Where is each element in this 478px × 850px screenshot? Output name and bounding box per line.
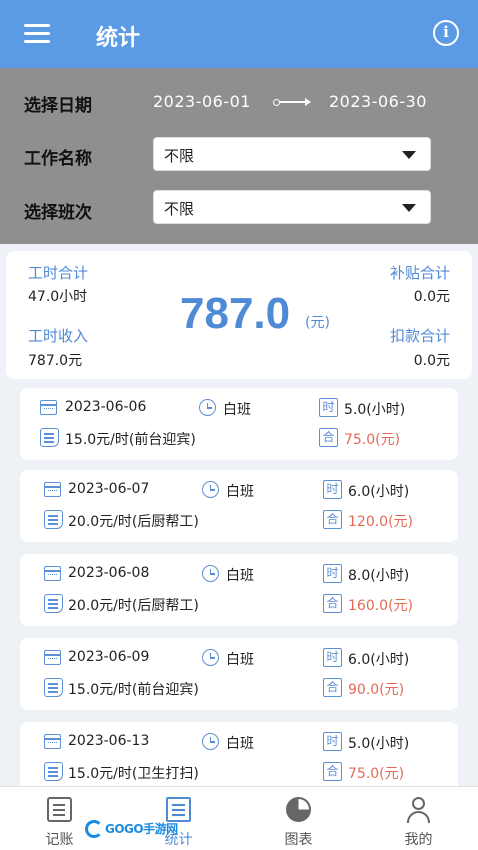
income-label: 工时收入 <box>28 327 89 345</box>
record-hours: 6.0(小时) <box>348 652 410 668</box>
record-card[interactable]: 2023-06-08 白班 时 8.0(小时) 20.0元/时(后厨帮工) 合 … <box>20 554 458 626</box>
record-rate: 15.0元/时(前台迎宾) <box>65 432 196 448</box>
subsidy-value: 0.0元 <box>413 289 450 305</box>
total-unit: (元) <box>305 315 330 331</box>
calendar-icon <box>44 650 61 665</box>
shift-label: 选择班次 <box>24 203 92 223</box>
top-app-bar: 统计 i <box>0 0 478 68</box>
date-range-arrow-icon <box>273 98 311 106</box>
record-shift: 白班 <box>226 484 254 500</box>
scroll-icon <box>44 678 63 697</box>
bottom-tab-bar: 记账 统计 图表 我的 <box>0 786 478 850</box>
clock-icon <box>202 733 219 750</box>
shift-select[interactable]: 不限 <box>153 190 431 224</box>
record-hours: 8.0(小时) <box>348 568 410 584</box>
record-shift: 白班 <box>226 736 254 752</box>
job-label: 工作名称 <box>24 149 92 169</box>
record-shift: 白班 <box>223 402 251 418</box>
tab-label: 图表 <box>284 832 313 848</box>
record-amount: 90.0(元) <box>348 682 405 698</box>
sum-icon: 合 <box>323 510 342 529</box>
record-date: 2023-06-08 <box>68 565 150 581</box>
record-date: 2023-06-06 <box>65 399 147 415</box>
sum-icon: 合 <box>319 428 338 447</box>
clock-icon <box>199 399 216 416</box>
calendar-icon <box>44 734 61 749</box>
record-card[interactable]: 2023-06-09 白班 时 6.0(小时) 15.0元/时(前台迎宾) 合 … <box>20 638 458 710</box>
record-card[interactable]: 2023-06-06 白班 时 5.0(小时) 15.0元/时(前台迎宾) 合 … <box>20 388 458 460</box>
sum-icon: 合 <box>323 762 342 781</box>
menu-icon[interactable] <box>24 24 50 44</box>
tab-record[interactable]: 记账 <box>0 787 119 850</box>
hours-icon: 时 <box>323 564 342 583</box>
record-card[interactable]: 2023-06-07 白班 时 6.0(小时) 20.0元/时(后厨帮工) 合 … <box>20 470 458 542</box>
deduction-label: 扣款合计 <box>389 327 450 345</box>
calendar-icon <box>40 400 57 415</box>
clock-icon <box>202 649 219 666</box>
pie-chart-icon <box>286 797 311 822</box>
record-amount: 75.0(元) <box>348 766 405 782</box>
record-shift: 白班 <box>226 568 254 584</box>
start-date-picker[interactable]: 2023-06-01 <box>153 92 251 111</box>
record-rate: 20.0元/时(后厨帮工) <box>68 514 199 530</box>
clock-icon <box>202 481 219 498</box>
edit-icon <box>47 797 72 822</box>
record-hours: 5.0(小时) <box>344 402 406 418</box>
hours-icon: 时 <box>323 732 342 751</box>
chevron-down-icon <box>402 151 416 159</box>
tab-chart[interactable]: 图表 <box>239 787 358 850</box>
record-list[interactable]: 2023-06-06 白班 时 5.0(小时) 15.0元/时(前台迎宾) 合 … <box>0 388 478 788</box>
record-hours: 6.0(小时) <box>348 484 410 500</box>
record-date: 2023-06-07 <box>68 481 150 497</box>
hours-icon: 时 <box>323 480 342 499</box>
hours-total-value: 47.0小时 <box>28 289 88 305</box>
calendar-icon <box>44 482 61 497</box>
chevron-down-icon <box>402 204 416 212</box>
tab-label: 我的 <box>404 832 433 848</box>
subsidy-label: 补贴合计 <box>389 264 450 282</box>
job-select[interactable]: 不限 <box>153 137 431 171</box>
scroll-icon <box>44 510 63 529</box>
record-amount: 120.0(元) <box>348 514 414 530</box>
user-icon <box>406 797 431 823</box>
record-rate: 15.0元/时(卫生打扫) <box>68 766 199 782</box>
record-date: 2023-06-13 <box>68 733 150 749</box>
total-amount: 787.0 <box>180 289 291 338</box>
calendar-icon <box>44 566 61 581</box>
clock-icon <box>202 565 219 582</box>
filter-panel: 选择日期 2023-06-01 2023-06-30 工作名称 不限 选择班次 … <box>0 68 478 244</box>
end-date-picker[interactable]: 2023-06-30 <box>329 92 427 111</box>
summary-card: 工时合计 47.0小时 工时收入 787.0元 787.0 (元) 补贴合计 0… <box>6 251 472 379</box>
date-label: 选择日期 <box>24 96 92 116</box>
watermark-text: GOGO手游网 <box>105 822 178 836</box>
income-value: 787.0元 <box>28 353 83 369</box>
record-hours: 5.0(小时) <box>348 736 410 752</box>
record-amount: 160.0(元) <box>348 598 414 614</box>
info-icon[interactable]: i <box>433 20 459 46</box>
scroll-icon <box>44 594 63 613</box>
record-rate: 15.0元/时(前台迎宾) <box>68 682 199 698</box>
shift-select-value: 不限 <box>164 200 195 218</box>
list-icon <box>166 797 191 822</box>
deduction-value: 0.0元 <box>413 353 450 369</box>
tab-statistics[interactable]: 统计 <box>119 787 238 850</box>
record-card[interactable]: 2023-06-13 白班 时 5.0(小时) 15.0元/时(卫生打扫) 合 … <box>20 722 458 788</box>
hours-icon: 时 <box>323 648 342 667</box>
sum-icon: 合 <box>323 594 342 613</box>
scroll-icon <box>44 762 63 781</box>
page-title: 统计 <box>96 26 141 51</box>
hours-icon: 时 <box>319 398 338 417</box>
record-amount: 75.0(元) <box>344 432 401 448</box>
hours-total-label: 工时合计 <box>28 264 89 282</box>
record-date: 2023-06-09 <box>68 649 150 665</box>
tab-profile[interactable]: 我的 <box>359 787 478 850</box>
job-select-value: 不限 <box>164 147 195 165</box>
record-shift: 白班 <box>226 652 254 668</box>
watermark-ring-icon <box>85 820 103 838</box>
scroll-icon <box>40 428 59 447</box>
sum-icon: 合 <box>323 678 342 697</box>
record-rate: 20.0元/时(后厨帮工) <box>68 598 199 614</box>
